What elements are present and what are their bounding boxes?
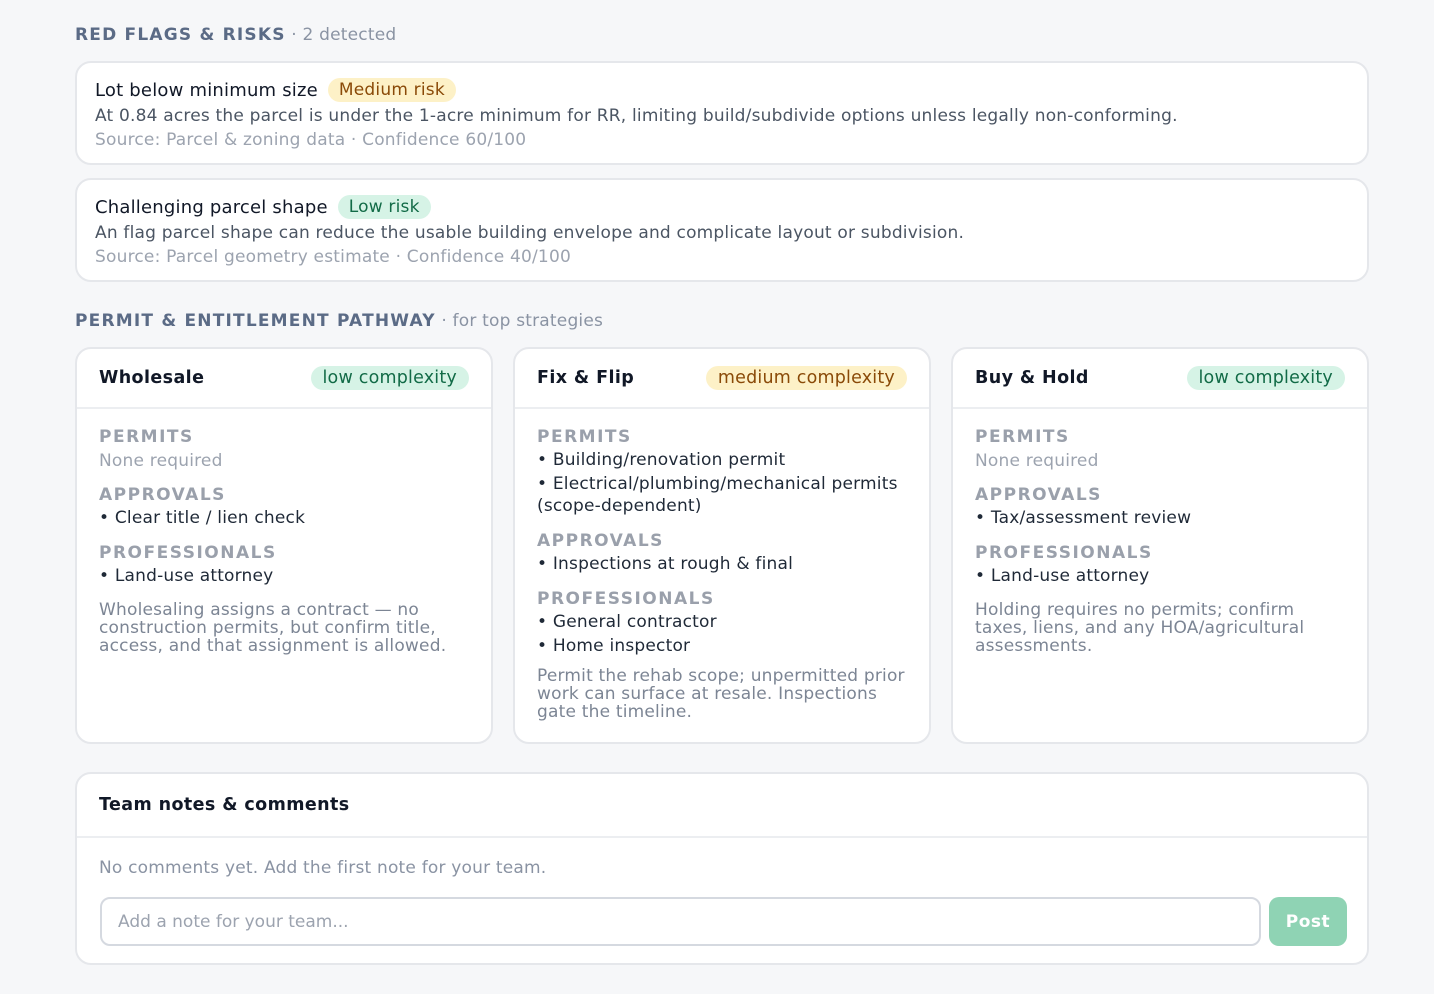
permits-label: PERMITS [975, 427, 1070, 447]
section-subtitle: · for top strategies [441, 311, 604, 331]
strategy-name: Wholesale [99, 368, 205, 388]
team-notes-card: Team notes & comments No comments yet. A… [75, 772, 1369, 965]
complexity-badge: low complexity [310, 366, 469, 390]
red-flags-header: RED FLAGS & RISKS · 2 detected [75, 25, 396, 45]
approval-item: • Clear title / lien check [99, 508, 306, 528]
approvals-label: APPROVALS [975, 485, 1102, 505]
note-input[interactable] [100, 897, 1261, 946]
post-button[interactable]: Post [1269, 897, 1347, 946]
professional-item: • Home inspector [537, 636, 691, 656]
flag-title: Challenging parcel shape [95, 196, 328, 218]
permits-label: PERMITS [537, 427, 632, 447]
risk-badge: Medium risk [327, 78, 456, 102]
strategy-card-buy-hold: Buy & Hold low complexity PERMITS None r… [951, 347, 1369, 744]
complexity-badge: medium complexity [705, 366, 907, 390]
professionals-label: PROFESSIONALS [99, 543, 277, 563]
section-subtitle: · 2 detected [291, 25, 397, 45]
permit-pathway-header: PERMIT & ENTITLEMENT PATHWAY · for top s… [75, 311, 603, 331]
permits-none: None required [99, 451, 223, 471]
professional-item: • Land-use attorney [99, 566, 274, 586]
permits-label: PERMITS [99, 427, 194, 447]
strategy-name: Fix & Flip [537, 368, 635, 388]
strategy-note: Holding requires no permits; confirm tax… [975, 600, 1305, 656]
flag-description: At 0.84 acres the parcel is under the 1-… [95, 106, 1178, 126]
section-title: PERMIT & ENTITLEMENT PATHWAY [75, 311, 436, 331]
permit-item: • Building/renovation permit [537, 450, 786, 470]
permits-none: None required [975, 451, 1099, 471]
complexity-badge: low complexity [1186, 366, 1345, 390]
strategy-card-fix-flip: Fix & Flip medium complexity PERMITS • B… [513, 347, 931, 744]
approvals-label: APPROVALS [537, 531, 664, 551]
strategy-note: Wholesaling assigns a contract — no cons… [99, 600, 447, 656]
strategy-name: Buy & Hold [975, 368, 1089, 388]
section-title: RED FLAGS & RISKS [75, 25, 286, 45]
professionals-label: PROFESSIONALS [975, 543, 1153, 563]
red-flag-card: Challenging parcel shape Low risk An fla… [75, 178, 1369, 282]
professionals-label: PROFESSIONALS [537, 589, 715, 609]
flag-description: An flag parcel shape can reduce the usab… [95, 223, 965, 243]
team-notes-title: Team notes & comments [99, 795, 350, 815]
red-flag-card: Lot below minimum size Medium risk At 0.… [75, 61, 1369, 165]
flag-source: Source: Parcel geometry estimate · Confi… [95, 247, 571, 267]
strategy-card-wholesale: Wholesale low complexity PERMITS None re… [75, 347, 493, 744]
strategy-note: Permit the rehab scope; unpermitted prio… [537, 666, 905, 722]
professional-item: • General contractor [537, 612, 717, 632]
flag-source: Source: Parcel & zoning data · Confidenc… [95, 130, 527, 150]
approval-item: • Tax/assessment review [975, 508, 1192, 528]
risk-badge: Low risk [337, 195, 431, 219]
permit-item: • Electrical/plumbing/mechanical permits… [537, 474, 898, 516]
professional-item: • Land-use attorney [975, 566, 1150, 586]
approval-item: • Inspections at rough & final [537, 554, 794, 574]
approvals-label: APPROVALS [99, 485, 226, 505]
flag-title: Lot below minimum size [95, 79, 318, 101]
no-comments-message: No comments yet. Add the first note for … [99, 858, 547, 878]
